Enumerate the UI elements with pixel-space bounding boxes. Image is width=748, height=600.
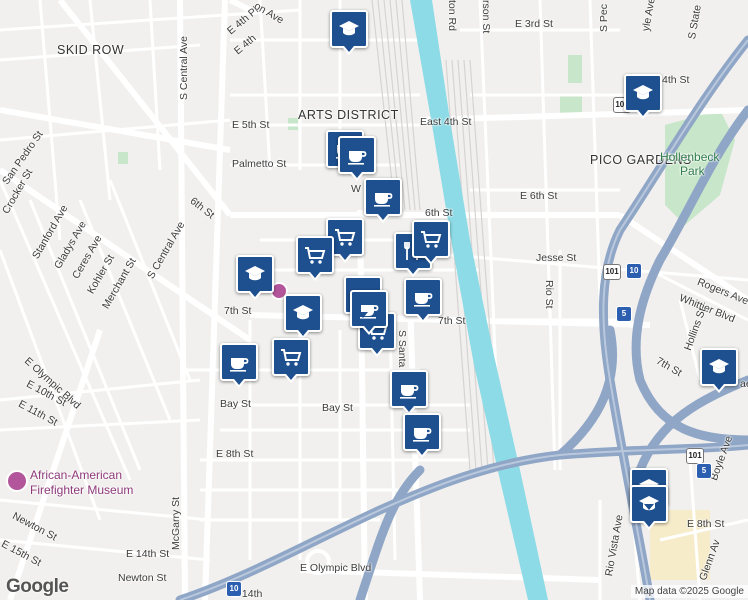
street-label: Bay St bbox=[322, 402, 353, 414]
cafe-icon bbox=[227, 350, 251, 374]
cafe-icon bbox=[345, 143, 369, 167]
street-label: Palmetto St bbox=[232, 158, 287, 170]
street-label: S Pec bbox=[598, 3, 610, 32]
shopping-icon bbox=[303, 243, 327, 267]
street-label: 7th St bbox=[438, 315, 466, 327]
cafe-marker[interactable] bbox=[403, 413, 441, 458]
cafe-marker[interactable] bbox=[350, 290, 388, 335]
neighborhood-label: ARTS DISTRICT bbox=[298, 108, 399, 122]
education-icon bbox=[631, 81, 655, 105]
education-icon bbox=[291, 301, 315, 325]
shopping-marker[interactable] bbox=[272, 338, 310, 383]
museum-icon[interactable] bbox=[6, 470, 28, 492]
street-label: E Olympic Blvd bbox=[300, 562, 372, 574]
cafe-marker[interactable] bbox=[390, 370, 428, 415]
shopping-icon bbox=[333, 225, 357, 249]
park-label: Hollenbeck bbox=[660, 150, 720, 164]
street-label: Rio St bbox=[543, 280, 555, 309]
street-label: Newton St bbox=[118, 572, 167, 584]
google-logo[interactable]: Google bbox=[6, 576, 69, 598]
street-label: E 3rd St bbox=[515, 18, 553, 30]
cafe-icon bbox=[371, 185, 395, 209]
street-label: rson St bbox=[480, 0, 492, 34]
poi-label: Firefighter Museum bbox=[30, 483, 134, 497]
education-icon bbox=[337, 17, 361, 41]
cafe-marker[interactable] bbox=[220, 343, 258, 388]
street-label: ae bbox=[740, 378, 748, 390]
street-label: E 8th St bbox=[687, 518, 725, 530]
street-label: 6th St bbox=[425, 207, 453, 219]
school-marker[interactable] bbox=[236, 255, 274, 300]
street-label: ton Rd bbox=[446, 0, 458, 31]
interstate-shield: 10 bbox=[226, 581, 242, 597]
map-attribution[interactable]: Map data ©2025 Google bbox=[630, 585, 748, 598]
cafe-icon bbox=[397, 377, 421, 401]
street-label: East 4th St bbox=[420, 116, 472, 128]
cafe-icon bbox=[410, 420, 434, 444]
neighborhood-label: SKID ROW bbox=[57, 43, 125, 57]
education-icon bbox=[243, 262, 267, 286]
highway-shield: 101 bbox=[603, 264, 621, 280]
cafe-marker[interactable] bbox=[404, 278, 442, 323]
street-label: Bay St bbox=[220, 398, 251, 410]
school-marker[interactable] bbox=[330, 10, 368, 55]
highway-shield: 101 bbox=[686, 448, 704, 464]
education-icon bbox=[707, 355, 731, 379]
street-label: W bbox=[351, 183, 361, 195]
interstate-shield: 10 bbox=[626, 263, 642, 279]
interstate-shield: 5 bbox=[696, 463, 712, 479]
street-label: Jesse St bbox=[536, 252, 577, 264]
street-label: E 14th St bbox=[126, 548, 170, 560]
street-label: E 5th St bbox=[232, 119, 270, 131]
school-marker[interactable] bbox=[284, 294, 322, 339]
park-label: Park bbox=[680, 164, 705, 178]
cafe-marker[interactable] bbox=[364, 178, 402, 223]
street-label: McGarry St bbox=[170, 496, 182, 550]
shopping-marker[interactable] bbox=[412, 220, 450, 265]
school-marker[interactable] bbox=[624, 74, 662, 119]
poi-label: African-American bbox=[30, 468, 123, 482]
map-canvas[interactable]: SKID ROW ARTS DISTRICT PICO GARDENS Holl… bbox=[0, 0, 748, 600]
shopping-icon bbox=[419, 227, 443, 251]
street-label: 7th St bbox=[224, 305, 252, 317]
interstate-shield: 5 bbox=[616, 306, 632, 322]
street-label: S Central Ave bbox=[178, 35, 190, 100]
street-label: 4th St bbox=[662, 74, 690, 86]
shopping-icon bbox=[279, 345, 303, 369]
cafe-icon bbox=[411, 285, 435, 309]
school-marker[interactable] bbox=[700, 348, 738, 393]
shopping-marker[interactable] bbox=[296, 236, 334, 281]
street-label: E 8th St bbox=[216, 448, 254, 460]
street-label: E 6th St bbox=[520, 190, 558, 202]
